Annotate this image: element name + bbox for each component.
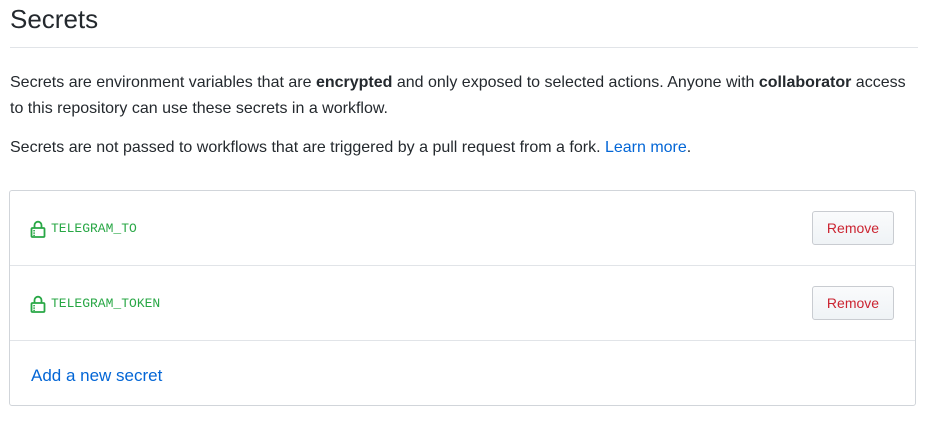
fork-note-text: Secrets are not passed to workflows that… [10,139,605,156]
description-bold-collaborator: collaborator [758,74,852,91]
description-bold-encrypted: encrypted [315,74,393,91]
secret-row: TELEGRAM_TO Remove [10,191,915,266]
fork-note-period: . [686,139,692,156]
secret-name: TELEGRAM_TOKEN [51,296,161,311]
secrets-description: Secrets are environment variables that a… [10,70,922,122]
secret-row: TELEGRAM_TOKEN Remove [10,266,915,341]
secrets-settings-page: Secrets Secrets are environment variable… [0,0,944,423]
description-text-1: Secrets are environment variables that a… [10,74,316,91]
remove-secret-button[interactable]: Remove [812,286,894,320]
lock-icon [30,220,46,238]
secrets-list: TELEGRAM_TO Remove TELEGRAM_TOKEN Remove… [9,190,916,406]
learn-more-link[interactable]: Learn more [605,139,687,156]
description-text-2: and only exposed to selected actions. An… [392,74,759,91]
add-secret-link[interactable]: Add a new secret [31,364,162,388]
secret-name: TELEGRAM_TO [51,221,137,236]
remove-secret-button[interactable]: Remove [812,211,894,245]
title-divider [10,47,918,48]
page-title: Secrets [10,4,99,34]
fork-note: Secrets are not passed to workflows that… [10,135,922,161]
lock-icon [30,295,46,313]
